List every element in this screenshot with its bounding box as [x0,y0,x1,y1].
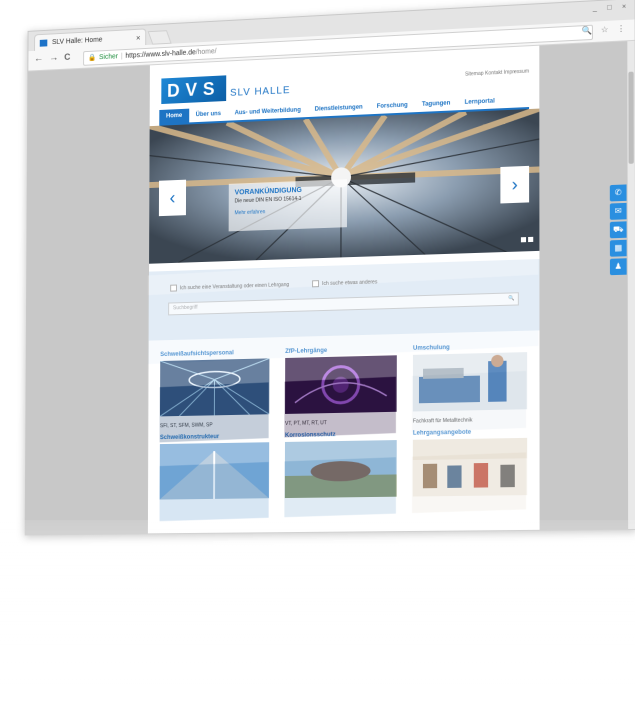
forward-button[interactable]: → [49,53,58,64]
reload-button[interactable]: C [64,52,70,62]
hero-more-link[interactable]: Mehr erfahren [235,206,341,216]
user-icon[interactable]: ♟ [609,258,627,276]
course-tiles: Schweißaufsichtspersonal SFI, ST, SFM, S… [160,343,528,352]
stage: SLV Halle: Home × _ □ × ← → C 🔒 Sicher | ht… [0,0,635,702]
radio-other[interactable] [312,280,320,288]
mail-icon[interactable]: ✉ [609,202,627,220]
hero-slider: ‹ › VORANKÜNDIGUNG Die neue DIN EN ISO 1… [149,108,540,264]
new-tab-button[interactable] [147,30,172,45]
tile-image [284,440,397,499]
logo-subtitle: SLV HALLE [230,85,291,99]
tile-schweisskonstrukteur[interactable]: Schweißkonstrukteur [159,433,270,504]
meta-links[interactable]: Sitemap Kontakt Impressum [465,68,529,77]
search-placeholder: Suchbegriff [172,304,198,312]
search-option-other-label: Ich suche etwas anderes [322,279,378,287]
web-page: DVS SLV HALLE Sitemap Kontakt Impressum … [147,45,540,535]
lock-icon: 🔒 [87,54,97,62]
viewport: DVS SLV HALLE Sitemap Kontakt Impressum … [25,40,635,535]
tile-image [285,355,397,414]
nav-tagungen[interactable]: Tagungen [415,96,458,112]
tile-image [159,442,270,499]
tile-caption: VT, PT, MT, RT, UT [285,420,327,427]
car-icon[interactable]: ⛟ [609,221,627,239]
radio-course[interactable] [170,284,177,292]
toolbar-icons[interactable]: 🔍 ☆ ⋮ [582,24,628,36]
phone-icon[interactable]: ✆ [609,184,627,202]
search-icon[interactable]: 🔍 [508,293,514,304]
search-options: Ich suche eine Veranstaltung oder einen … [170,278,399,292]
browser-window: SLV Halle: Home × _ □ × ← → C 🔒 Sicher | ht… [24,0,635,536]
tile-image [160,358,269,416]
logo-mark: DVS [161,75,227,105]
scrollbar-thumb[interactable] [628,71,634,164]
tile-umschulung[interactable]: Umschulung Fachkraft für Metalltechnik [412,343,528,425]
nav-ueber-uns[interactable]: Über uns [189,107,228,123]
tab-title: SLV Halle: Home [52,36,103,47]
nav-lernportal[interactable]: Lernportal [457,94,501,110]
nav-home[interactable]: Home [159,108,189,124]
tab-close-icon[interactable]: × [136,30,141,47]
tile-image [412,437,528,497]
slider-dot[interactable] [528,236,534,243]
back-button[interactable]: ← [34,53,43,64]
site-logo[interactable]: DVS SLV HALLE [161,72,291,105]
tile-schweissaufsicht[interactable]: Schweißaufsichtspersonal SFI, ST, SFM, S… [160,349,270,429]
slider-dot[interactable] [520,237,527,243]
hero-prev-button[interactable]: ‹ [158,179,187,217]
slider-dots [519,229,534,248]
page-scrollbar[interactable] [627,40,635,530]
hero-caption: VORANKÜNDIGUNG Die neue DIN EN ISO 15614… [228,179,348,232]
address-separator: | [120,53,123,61]
tile-caption: SFI, ST, SFM, SWM, SP [159,422,213,430]
tile-zfp[interactable]: ZfP-Lehrgänge VT, PT, MT, RT, UT [285,346,397,427]
search-input[interactable]: Suchbegriff 🔍 [168,292,519,316]
search-panel: Ich suche eine Veranstaltung oder einen … [148,259,540,341]
nav-aus-weiterbildung[interactable]: Aus- und Weiterbildung [228,103,308,121]
tile-korrosionsschutz[interactable]: Korrosionsschutz [284,431,397,503]
search-option-course-label: Ich suche eine Veranstaltung oder einen … [179,281,290,292]
nav-forschung[interactable]: Forschung [370,98,415,114]
hero-next-button[interactable]: › [500,165,530,204]
secure-label: Sicher [99,53,118,62]
quick-contact-bar: ✆ ✉ ⛟ ▦ ♟ [609,184,627,277]
nav-dienstleistungen[interactable]: Dienstleistungen [308,100,370,117]
tile-image [412,352,528,412]
url-path: /home/ [195,48,217,57]
tile-lehrgangsangebote[interactable]: Lehrgangsangebote [412,429,528,502]
reflection-fade [0,520,635,702]
url-host: https://www.slv-halle.de [125,49,196,60]
calendar-icon[interactable]: ▦ [609,239,627,257]
favicon-icon [39,39,48,47]
window-controls[interactable]: _ □ × [593,3,631,12]
tile-caption: Fachkraft für Metalltechnik [412,417,473,425]
search-option-other[interactable]: Ich suche etwas anderes [312,279,378,288]
search-option-course[interactable]: Ich suche eine Veranstaltung oder einen … [170,282,289,292]
